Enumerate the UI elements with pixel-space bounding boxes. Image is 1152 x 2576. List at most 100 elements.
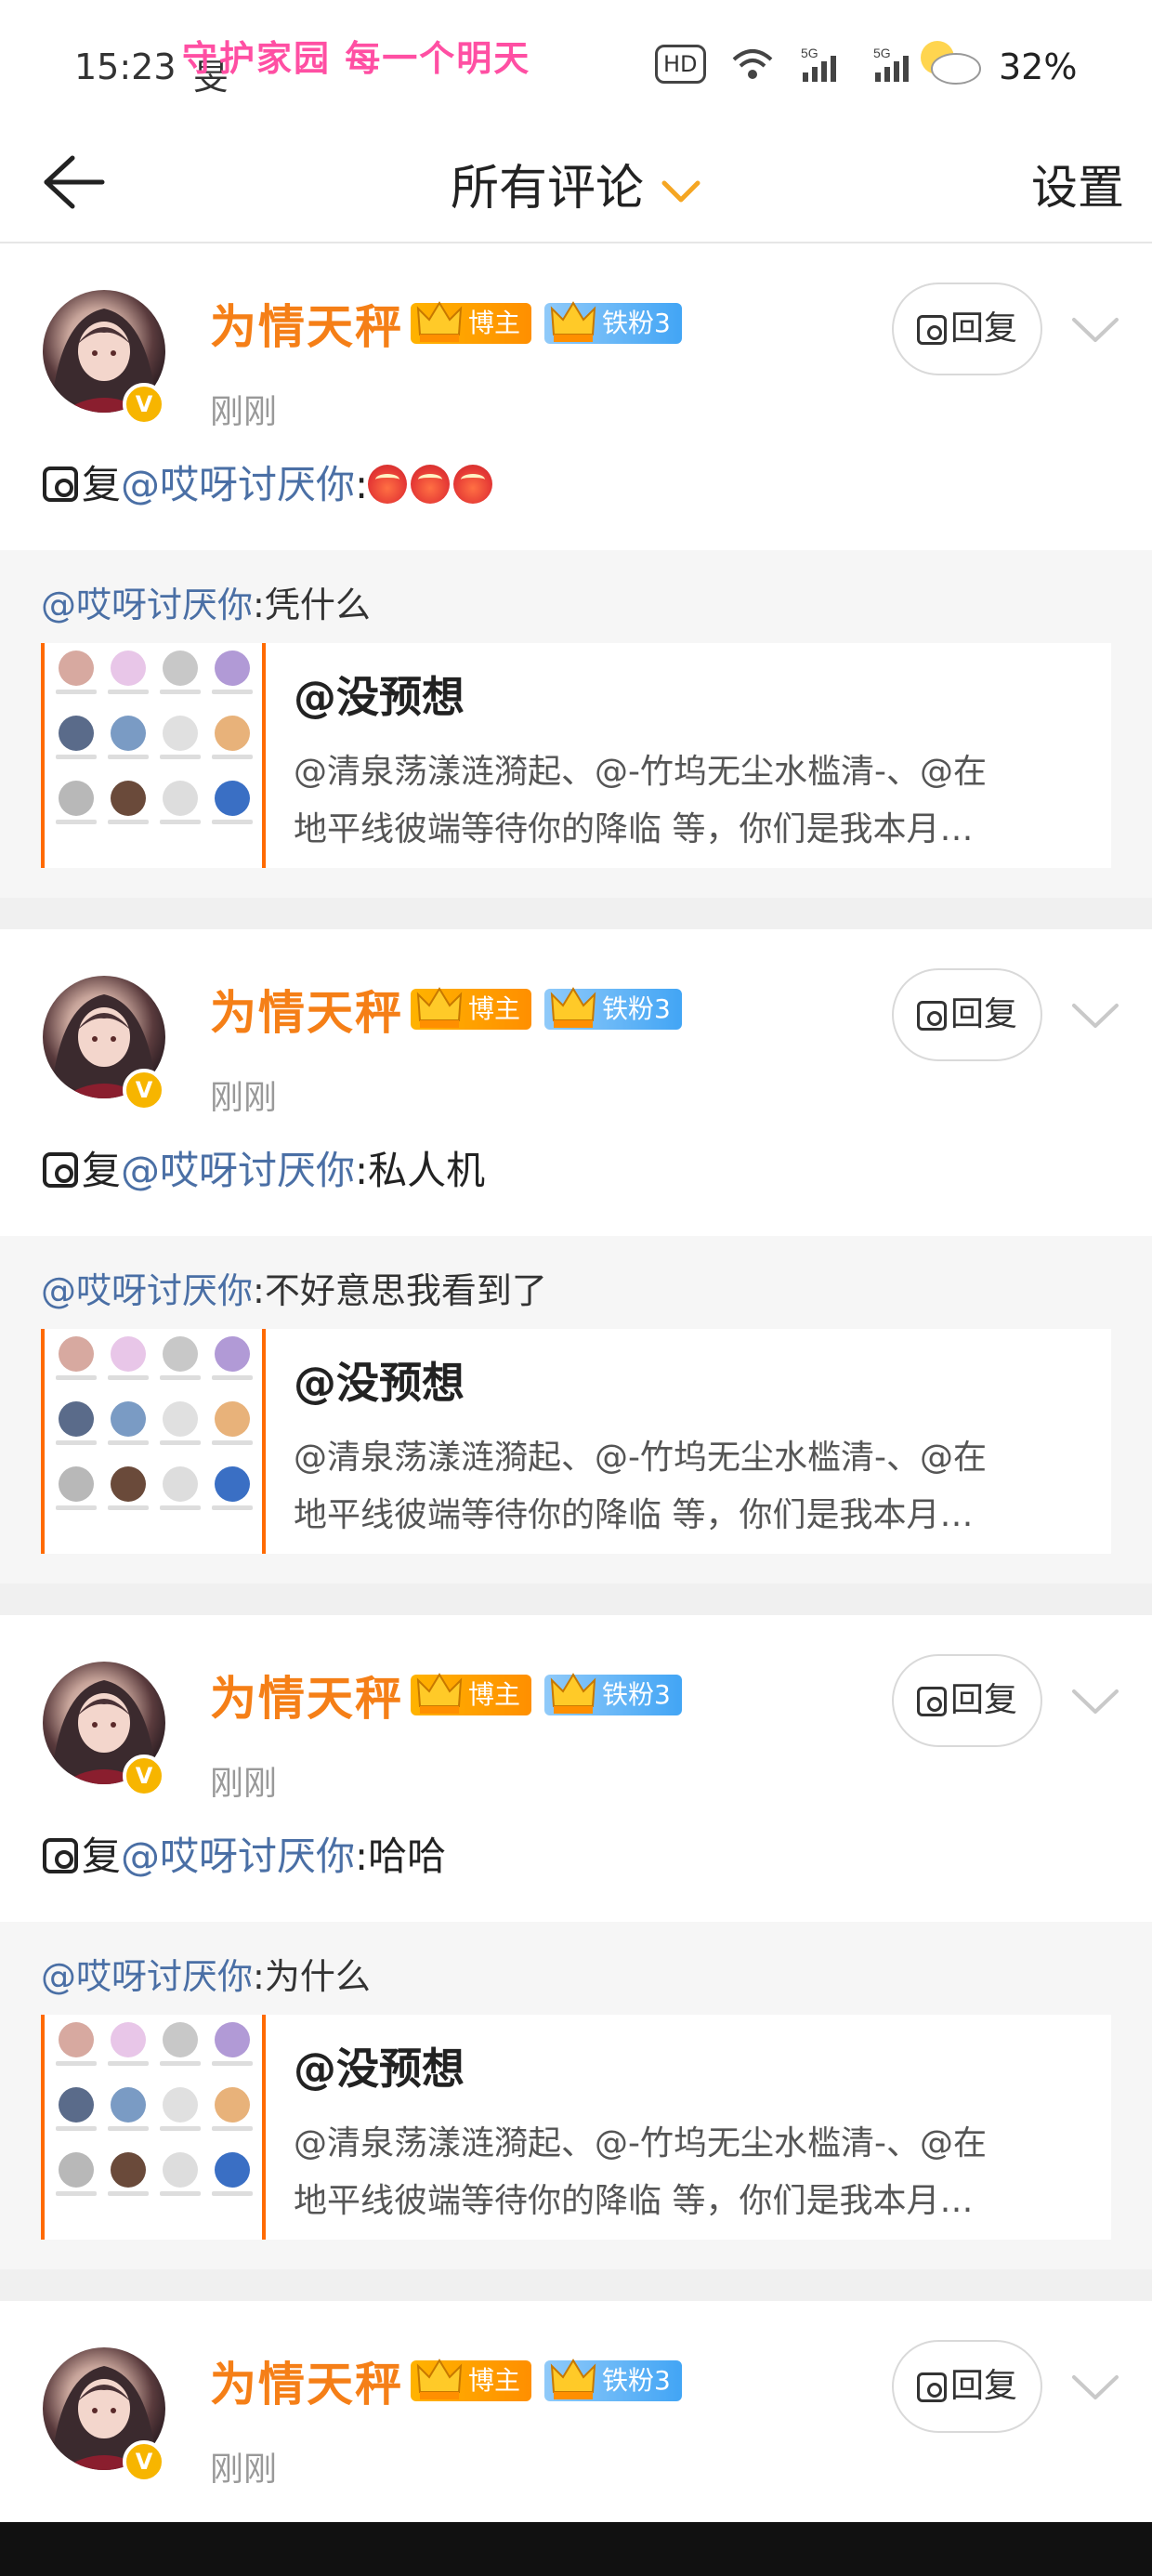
reply-button[interactable]: 回复 [892, 1654, 1042, 1747]
comment-body: : [355, 462, 369, 507]
thumbnail-avatar [54, 716, 98, 771]
fan-level-badge-label: 铁粉3 [602, 2365, 671, 2396]
blogger-badge: 博主 [411, 987, 532, 1030]
crown-icon [550, 301, 596, 342]
quoted-comment[interactable]: @哎呀讨厌你:为什么 @没预想 @清泉荡漾涟漪起、@-竹坞无尘水槛清-、@在 地… [0, 1922, 1152, 2280]
thumbnail-avatar [158, 1466, 203, 1522]
signal-icon-2: 5G [873, 46, 909, 82]
thumbnail-avatar [158, 1401, 203, 1457]
thumbnail-avatar [158, 651, 203, 706]
page-title: 所有评论 [450, 161, 644, 217]
thumbnail-avatar [210, 2152, 255, 2208]
verified-badge-icon: V [123, 2440, 165, 2483]
status-slogan: 守护家园 每一个明天 [182, 38, 531, 79]
shared-post-line-1: @清泉荡漾涟漪起、@-竹坞无尘水槛清-、@在 [294, 753, 987, 791]
svg-text:5G: 5G [801, 46, 818, 60]
thumbnail-avatar [54, 1401, 98, 1457]
status-time: 15:23 [74, 46, 177, 87]
thumbnail-avatar [54, 651, 98, 706]
thumbnail-avatar [210, 2022, 255, 2078]
reply-button-label: 回复 [949, 995, 1017, 1033]
comment-body: :哈哈 [355, 1833, 447, 1879]
shared-post-card[interactable]: @没预想 @清泉荡漾涟漪起、@-竹坞无尘水槛清-、@在 地平线彼端等待你的降临 … [41, 643, 1111, 868]
thumbnail-avatar [210, 781, 255, 836]
card-separator [0, 898, 1152, 931]
thumbnail-avatar [210, 1336, 255, 1392]
emoji-icon [368, 465, 408, 504]
fan-level-badge-label: 铁粉3 [602, 1679, 671, 1710]
settings-button[interactable]: 设置 [1031, 151, 1124, 217]
crown-icon [550, 2359, 596, 2399]
username[interactable]: 为情天秤 [210, 2347, 403, 2414]
shared-post-line-2: 地平线彼端等待你的降临 等，你们是我本月… [294, 1496, 974, 1534]
thumbnail-avatar [106, 716, 151, 771]
comment-text: 复@哎呀讨厌你:哈哈 [43, 1825, 446, 1882]
reply-button[interactable]: 回复 [892, 283, 1042, 375]
chevron-down-icon[interactable] [1070, 314, 1120, 346]
quoted-comment-text: @哎呀讨厌你:为什么 [41, 1948, 371, 1999]
quoted-comment[interactable]: @哎呀讨厌你:不好意思我看到了 @没预想 @清泉荡漾涟漪起、@-竹坞无尘水槛清-… [0, 1236, 1152, 1595]
comment-card: V 为情天秤 博主 铁粉3 刚刚 回复 复@哎呀讨厌你:私人机 @哎呀讨厌你:不… [0, 929, 1152, 1595]
signal-icon: 5G [801, 46, 836, 82]
chevron-down-icon[interactable] [1070, 1686, 1120, 1717]
shared-post-card[interactable]: @没预想 @清泉荡漾涟漪起、@-竹坞无尘水槛清-、@在 地平线彼端等待你的降临 … [41, 2015, 1111, 2240]
reply-button-label: 回复 [949, 309, 1017, 348]
quoted-comment-text: @哎呀讨厌你:凭什么 [41, 576, 371, 627]
shared-post-title: @没预想 [294, 1358, 465, 1408]
chevron-down-icon[interactable] [1070, 2372, 1120, 2403]
mention-link[interactable]: @哎呀讨厌你 [41, 1956, 253, 1997]
quoted-body: :凭什么 [253, 585, 371, 625]
fan-level-badge: 铁粉3 [544, 987, 682, 1030]
svg-text:5G: 5G [873, 46, 891, 60]
emoji-icon [411, 465, 451, 504]
quoted-comment[interactable]: @哎呀讨厌你:凭什么 @没预想 @清泉荡漾涟漪起、@-竹坞无尘水槛清-、@在 地… [0, 550, 1152, 909]
thumbnail-avatar [54, 2022, 98, 2078]
thumbnail-avatar [158, 2087, 203, 2143]
shared-post-description: @清泉荡漾涟漪起、@-竹坞无尘水槛清-、@在 地平线彼端等待你的降临 等，你们是… [294, 1429, 1093, 1544]
thumbnail-avatar [106, 2022, 151, 2078]
thumbnail-avatar [210, 1466, 255, 1522]
shared-post-thumbnail [41, 2015, 266, 2240]
crown-icon [416, 1673, 463, 1714]
reply-prefix: 复 [82, 1148, 122, 1193]
mention-link[interactable]: @哎呀讨厌你 [121, 462, 355, 507]
fan-level-badge: 铁粉3 [544, 1673, 682, 1715]
username[interactable]: 为情天秤 [210, 290, 403, 357]
comment-time: 刚刚 [210, 393, 278, 431]
username[interactable]: 为情天秤 [210, 1662, 403, 1728]
comment-body: :私人机 [355, 1148, 486, 1193]
thumbnail-avatar [106, 1336, 151, 1392]
thumbnail-avatar [210, 716, 255, 771]
comment-filter-dropdown[interactable]: 所有评论 [0, 149, 1152, 218]
thumbnail-avatar [106, 2152, 151, 2208]
reply-icon [43, 1152, 78, 1188]
card-separator [0, 2269, 1152, 2303]
thumbnail-avatar [54, 2152, 98, 2208]
reply-button[interactable]: 回复 [892, 2340, 1042, 2433]
shared-post-thumbnail [41, 643, 266, 868]
blogger-badge: 博主 [411, 2359, 532, 2401]
mention-link[interactable]: @哎呀讨厌你 [121, 1148, 355, 1193]
fan-level-badge-label: 铁粉3 [602, 993, 671, 1024]
chevron-down-icon[interactable] [1070, 1000, 1120, 1032]
crown-icon [416, 301, 463, 342]
blogger-badge-label: 博主 [468, 1679, 521, 1710]
status-bar: 15:23 旻 守护家园 每一个明天 HD 5G 5G 32% [0, 0, 1152, 121]
shared-post-line-1: @清泉荡漾涟漪起、@-竹坞无尘水槛清-、@在 [294, 1439, 987, 1477]
thumbnail-grid [54, 651, 260, 836]
mention-link[interactable]: @哎呀讨厌你 [41, 1270, 253, 1311]
username[interactable]: 为情天秤 [210, 976, 403, 1043]
crown-icon [550, 1673, 596, 1714]
comment-card: V 为情天秤 博主 铁粉3 刚刚 回复 [0, 2301, 1152, 2522]
quoted-body: :为什么 [253, 1956, 371, 1997]
shared-post-card[interactable]: @没预想 @清泉荡漾涟漪起、@-竹坞无尘水槛清-、@在 地平线彼端等待你的降临 … [41, 1329, 1111, 1554]
thumbnail-avatar [210, 651, 255, 706]
mention-link[interactable]: @哎呀讨厌你 [41, 585, 253, 625]
hd-icon: HD [655, 45, 706, 84]
comment-time: 刚刚 [210, 2451, 278, 2489]
reply-button[interactable]: 回复 [892, 968, 1042, 1061]
thumbnail-avatar [54, 1466, 98, 1522]
mention-link[interactable]: @哎呀讨厌你 [121, 1833, 355, 1879]
blogger-badge: 博主 [411, 301, 532, 344]
quoted-comment-text: @哎呀讨厌你:不好意思我看到了 [41, 1262, 547, 1313]
